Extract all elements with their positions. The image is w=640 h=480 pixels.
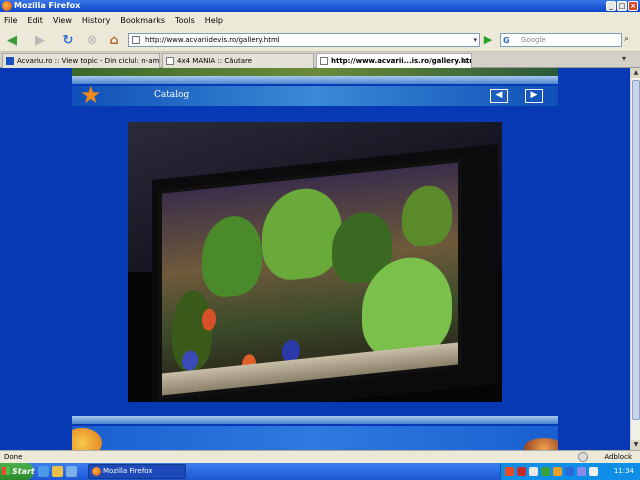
- quicklaunch-explorer-icon[interactable]: [52, 466, 63, 477]
- quicklaunch-ie-icon[interactable]: [38, 466, 49, 477]
- tab-acvariu[interactable]: Acvariu.ro :: View topic - Din ciclul: n…: [2, 53, 160, 68]
- navigation-toolbar: ◀ ▶ ↻ ⊗ ⌂ http://www.acvariidevis.ro/gal…: [0, 28, 640, 52]
- search-input[interactable]: G Google: [500, 33, 622, 47]
- tray-icon[interactable]: [505, 467, 514, 476]
- menu-bar: File Edit View History Bookmarks Tools H…: [0, 12, 640, 28]
- header-image-strip: [72, 68, 558, 76]
- tab-bar: Acvariu.ro :: View topic - Din ciclul: n…: [0, 52, 640, 68]
- tab-favicon: [320, 57, 328, 65]
- system-tray: 11:34: [500, 463, 640, 480]
- close-button[interactable]: ×: [628, 1, 638, 11]
- scroll-thumb[interactable]: [632, 80, 640, 420]
- forward-icon[interactable]: ▶: [32, 32, 48, 48]
- vertical-scrollbar[interactable]: ▲ ▼: [630, 68, 640, 450]
- window-title: Mozilla Firefox: [14, 1, 81, 10]
- aquarium-tank: [158, 158, 462, 400]
- tab-favicon: [166, 57, 174, 65]
- url-dropdown-icon[interactable]: ▾: [473, 34, 477, 46]
- tab-favicon: [6, 57, 14, 65]
- footer-banner: [72, 426, 558, 450]
- menu-bookmarks[interactable]: Bookmarks: [120, 16, 165, 25]
- page-content: ★ Catalog ◀ ▶: [0, 68, 630, 450]
- start-button[interactable]: Start: [0, 463, 35, 480]
- firefox-task-icon: [92, 467, 101, 476]
- clock: 11:34: [613, 467, 634, 475]
- window-titlebar: Mozilla Firefox _ □ ×: [0, 0, 640, 12]
- prev-image-button[interactable]: ◀: [490, 89, 508, 103]
- scroll-down-icon[interactable]: ▼: [631, 440, 640, 450]
- aquarium-photo: [128, 122, 502, 402]
- status-icon[interactable]: [578, 452, 588, 462]
- tab-list-icon[interactable]: ▾: [622, 54, 626, 63]
- minimize-button[interactable]: _: [606, 1, 616, 11]
- page-icon: [132, 36, 140, 44]
- windows-taskbar: Start Mozilla Firefox 11:34: [0, 463, 640, 480]
- fish-decoration-left: [72, 428, 102, 450]
- tray-icon[interactable]: [589, 467, 598, 476]
- search-icon[interactable]: ⌕: [624, 34, 629, 44]
- menu-help[interactable]: Help: [205, 16, 223, 25]
- windows-logo-icon: [2, 467, 10, 475]
- go-icon[interactable]: ▶: [481, 33, 495, 47]
- menu-edit[interactable]: Edit: [27, 16, 43, 25]
- adblock-label[interactable]: Adblock: [604, 451, 632, 463]
- menu-file[interactable]: File: [4, 16, 17, 25]
- catalog-bar: ★ Catalog ◀ ▶: [72, 81, 558, 109]
- fish-decoration-right: [524, 438, 558, 450]
- tray-icon[interactable]: [517, 467, 526, 476]
- tray-icon[interactable]: [529, 467, 538, 476]
- url-text: http://www.acvariidevis.ro/gallery.html: [145, 36, 280, 44]
- tray-icon[interactable]: [577, 467, 586, 476]
- starfish-icon: ★: [80, 81, 102, 109]
- task-firefox[interactable]: Mozilla Firefox: [88, 464, 186, 479]
- tab-label: 4x4 MANIA :: Căutare: [177, 57, 253, 65]
- firefox-icon: [2, 1, 12, 11]
- menu-history[interactable]: History: [82, 16, 110, 25]
- menu-tools[interactable]: Tools: [175, 16, 195, 25]
- task-label: Mozilla Firefox: [103, 467, 153, 475]
- scroll-up-icon[interactable]: ▲: [631, 68, 640, 78]
- header-divider: [72, 76, 558, 84]
- back-icon[interactable]: ◀: [4, 32, 20, 48]
- quicklaunch-desktop-icon[interactable]: [66, 466, 77, 477]
- footer-divider: [72, 416, 558, 424]
- tab-gallery[interactable]: http://www.acvarii...is.ro/gallery.html …: [316, 53, 472, 68]
- tray-icon[interactable]: [553, 467, 562, 476]
- status-bar: Done Adblock: [0, 450, 640, 463]
- tab-label: http://www.acvarii...is.ro/gallery.html: [331, 57, 472, 65]
- stop-icon[interactable]: ⊗: [84, 32, 100, 48]
- next-image-button[interactable]: ▶: [525, 89, 543, 103]
- search-placeholder: Google: [521, 36, 546, 44]
- reload-icon[interactable]: ↻: [60, 32, 76, 48]
- tab-4x4-mania[interactable]: 4x4 MANIA :: Căutare: [162, 53, 314, 68]
- google-icon: G: [503, 36, 510, 45]
- close-tab-icon[interactable]: ×: [461, 54, 468, 68]
- tab-label: Acvariu.ro :: View topic - Din ciclul: n…: [17, 57, 160, 65]
- start-label: Start: [12, 467, 35, 476]
- menu-view[interactable]: View: [53, 16, 72, 25]
- catalog-label[interactable]: Catalog: [154, 90, 189, 100]
- url-bar[interactable]: http://www.acvariidevis.ro/gallery.html …: [128, 33, 480, 47]
- home-icon[interactable]: ⌂: [106, 32, 122, 48]
- maximize-button[interactable]: □: [617, 1, 627, 11]
- tray-icon[interactable]: [565, 467, 574, 476]
- tray-icon[interactable]: [541, 467, 550, 476]
- status-text: Done: [4, 453, 23, 461]
